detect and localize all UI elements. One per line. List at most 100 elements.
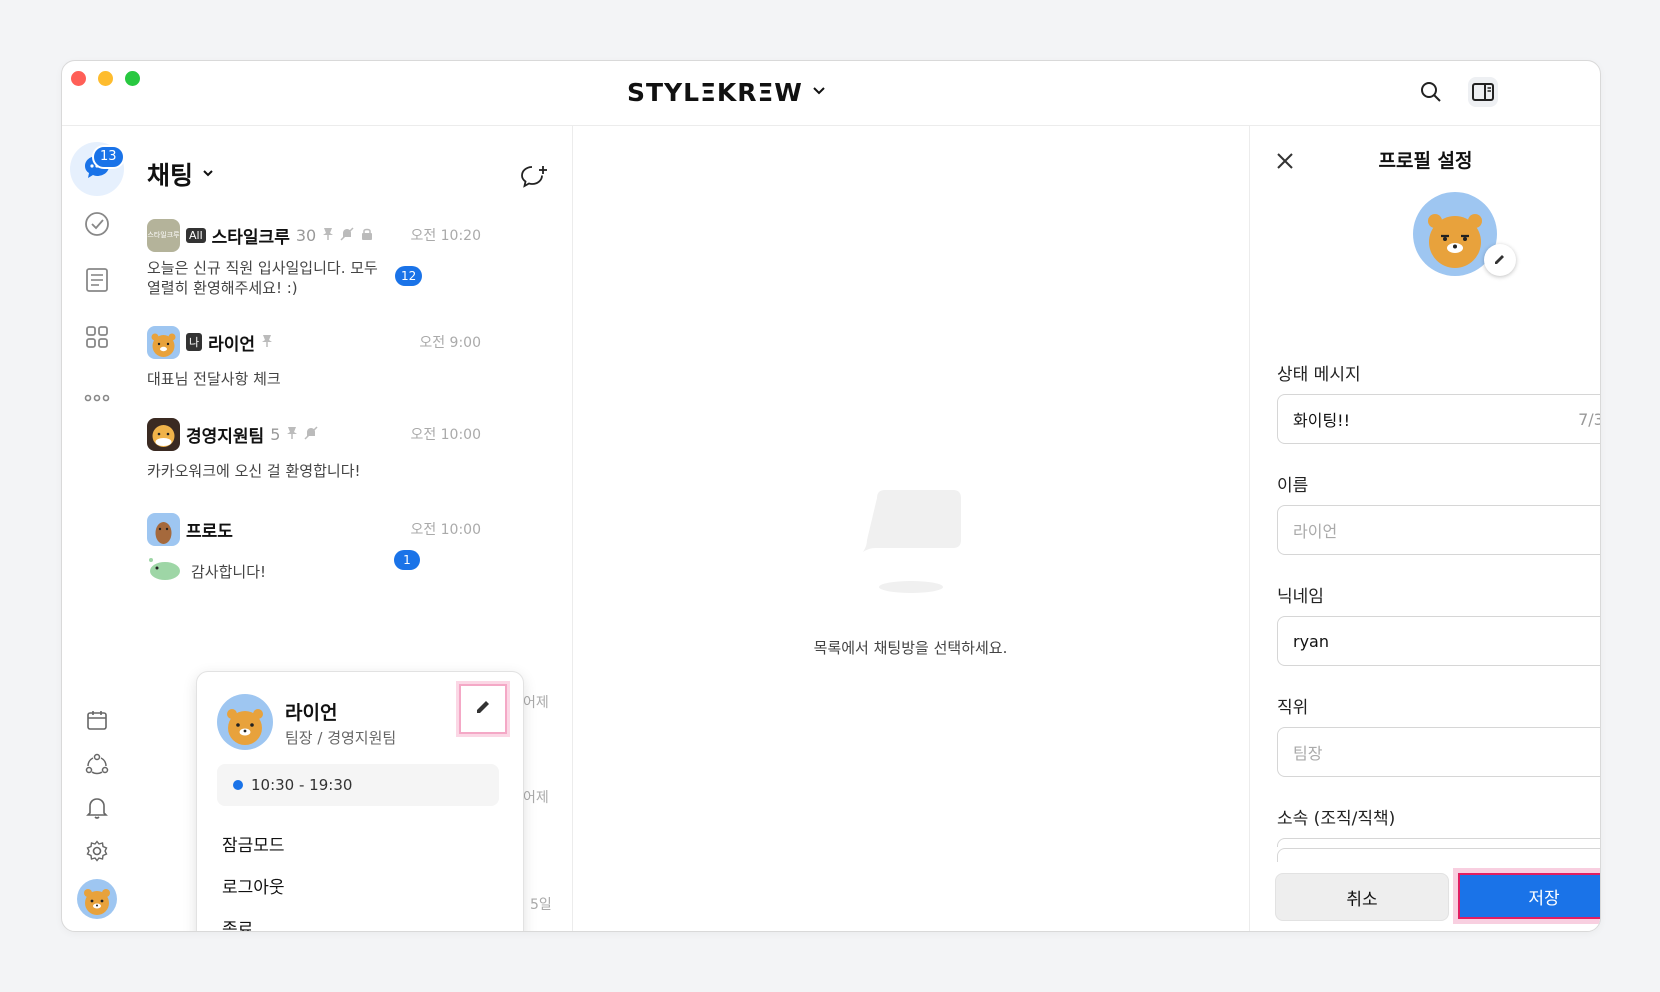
rail-tasks-button[interactable] — [70, 199, 124, 253]
profile-popup: 라이언 팀장 / 경영지원팀 10:30 - 19:30 잠금모드 로그아웃 종… — [196, 671, 524, 931]
status-label: 상태 메시지 — [1277, 365, 1361, 385]
chat-preview: 대표님 전달사항 체크 — [147, 370, 281, 388]
grid-icon — [85, 325, 109, 353]
search-icon[interactable] — [1416, 77, 1446, 107]
chat-time: 오전 10:00 — [410, 522, 481, 538]
check-circle-icon — [84, 211, 110, 241]
work-hours-text: 10:30 - 19:30 — [251, 776, 353, 794]
gear-icon — [86, 840, 108, 866]
save-button[interactable]: 저장 — [1458, 873, 1600, 919]
close-window-button[interactable] — [71, 71, 86, 86]
pencil-icon — [474, 698, 492, 720]
brand-logo: STYLΞKRΞW — [627, 77, 803, 107]
unread-badge: 12 — [395, 266, 423, 286]
ryan-avatar-icon — [147, 325, 180, 359]
edit-profile-button[interactable] — [459, 684, 507, 734]
frodo-avatar-icon — [147, 512, 180, 546]
chat-list-item[interactable]: 스타일크루 All 스타일크루 30 오전 10:20 오늘은 신규 직원 입사… — [147, 218, 481, 298]
department-label: 소속 (조직/직책) — [1277, 809, 1396, 829]
chevron-down-icon — [201, 165, 215, 184]
rail-my-avatar[interactable] — [70, 874, 124, 928]
pin-icon — [322, 226, 334, 245]
empty-message: 목록에서 채팅방을 선택하세요. — [813, 639, 1008, 657]
position-label: 직위 — [1277, 698, 1309, 718]
empty-chat-icon — [855, 490, 975, 604]
member-count: 30 — [295, 225, 317, 245]
chat-name: 라이언 — [208, 334, 256, 355]
chat-unread-badge: 13 — [92, 145, 125, 169]
chat-view-empty: 목록에서 채팅방을 선택하세요. — [573, 126, 1248, 931]
status-message-value: 화이팅!! — [1293, 411, 1350, 430]
chevron-down-icon — [811, 82, 827, 102]
mute-icon — [340, 226, 354, 245]
panel-toggle-icon[interactable] — [1468, 77, 1498, 107]
all-tag: All — [186, 227, 206, 243]
chat-time: 어제 — [523, 695, 549, 711]
char-counter: 7/30 — [1578, 409, 1600, 429]
rail-board-button[interactable] — [70, 255, 124, 309]
chat-list-item[interactable]: 프로도 오전 10:00 감사합니다! 1 — [147, 512, 481, 589]
rail-more-button[interactable] — [70, 369, 124, 423]
chat-name: 스타일크루 — [211, 227, 290, 248]
profile-settings-panel: 프로필 설정 상태 메시지 화이팅!! 7/30 이름 라이언 닉네임 ryan… — [1249, 126, 1600, 931]
ryan-avatar-icon — [77, 879, 117, 923]
calendar-icon — [86, 709, 108, 735]
chat-time: 5일 — [530, 897, 552, 913]
more-dots-icon — [84, 387, 110, 406]
minimize-window-button[interactable] — [98, 71, 113, 86]
document-list-icon — [85, 267, 109, 297]
workspace-switcher[interactable]: STYLΞKRΞW — [627, 75, 827, 109]
chat-time: 오전 10:00 — [410, 427, 481, 443]
chat-preview: 카카오워크에 오신 걸 환영합니다! — [147, 462, 361, 480]
member-count: 5 — [270, 424, 281, 444]
name-label: 이름 — [1277, 476, 1309, 496]
position-input[interactable]: 팀장 — [1277, 727, 1600, 777]
chat-time: 오전 10:20 — [410, 228, 481, 244]
network-icon — [85, 753, 109, 779]
panel-title: 프로필 설정 — [1378, 150, 1473, 172]
popup-user-name: 라이언 — [285, 702, 338, 724]
chat-name: 프로도 — [186, 521, 233, 542]
unread-badge: 1 — [394, 550, 420, 570]
sticker-icon — [147, 554, 183, 589]
lock-icon — [360, 226, 374, 245]
menu-quit[interactable]: 종료 — [222, 915, 253, 931]
chat-list-item[interactable]: 경영지원팀 5 오전 10:00 카카오워크에 오신 걸 환영합니다! — [147, 417, 481, 481]
nickname-label: 닉네임 — [1277, 587, 1324, 607]
menu-logout[interactable]: 로그아웃 — [222, 873, 285, 898]
chat-preview: 감사합니다! — [191, 562, 267, 581]
team-avatar — [147, 417, 180, 451]
chat-name: 경영지원팀 — [186, 426, 265, 447]
popup-user-title: 팀장 / 경영지원팀 — [285, 729, 397, 747]
chat-list-title: 채팅 — [147, 161, 194, 190]
group-avatar: 스타일크루 — [147, 218, 180, 252]
nickname-input[interactable]: ryan — [1277, 616, 1600, 666]
chat-preview: 오늘은 신규 직원 입사일입니다. 모두 열렬히 환영해주세요! :) — [147, 259, 378, 297]
maximize-window-button[interactable] — [125, 71, 140, 86]
avatar-edit-button[interactable] — [1484, 244, 1516, 276]
name-input[interactable]: 라이언 — [1277, 505, 1600, 555]
status-message-input[interactable]: 화이팅!! 7/30 — [1277, 394, 1600, 444]
mute-icon — [304, 425, 318, 444]
new-chat-icon[interactable] — [520, 164, 548, 194]
cancel-button[interactable]: 취소 — [1275, 873, 1449, 921]
pencil-icon — [1493, 251, 1507, 270]
nav-rail: 13 — [62, 126, 132, 931]
chat-time: 어제 — [523, 790, 549, 806]
rail-settings-button[interactable] — [70, 826, 124, 880]
rail-apps-button[interactable] — [70, 312, 124, 366]
chat-list-item[interactable]: 나 라이언 오전 9:00 대표님 전달사항 체크 — [147, 325, 481, 389]
work-hours: 10:30 - 19:30 — [217, 764, 499, 806]
chat-time: 오전 9:00 — [419, 335, 481, 351]
menu-lock-mode[interactable]: 잠금모드 — [222, 831, 285, 856]
next-field-partial — [1277, 848, 1600, 862]
ryan-avatar-icon — [217, 694, 273, 750]
me-tag: 나 — [186, 333, 203, 351]
pin-icon — [286, 425, 298, 444]
pin-icon — [261, 333, 273, 352]
title-bar: STYLΞKRΞW — [62, 61, 1600, 126]
app-window: STYLΞKRΞW 13 채팅 스타일크루 All 스타일크루 30 오전 10… — [61, 60, 1601, 932]
status-dot-icon — [233, 780, 243, 790]
bell-icon — [86, 796, 108, 824]
chat-list-title-dropdown[interactable]: 채팅 — [147, 156, 215, 192]
